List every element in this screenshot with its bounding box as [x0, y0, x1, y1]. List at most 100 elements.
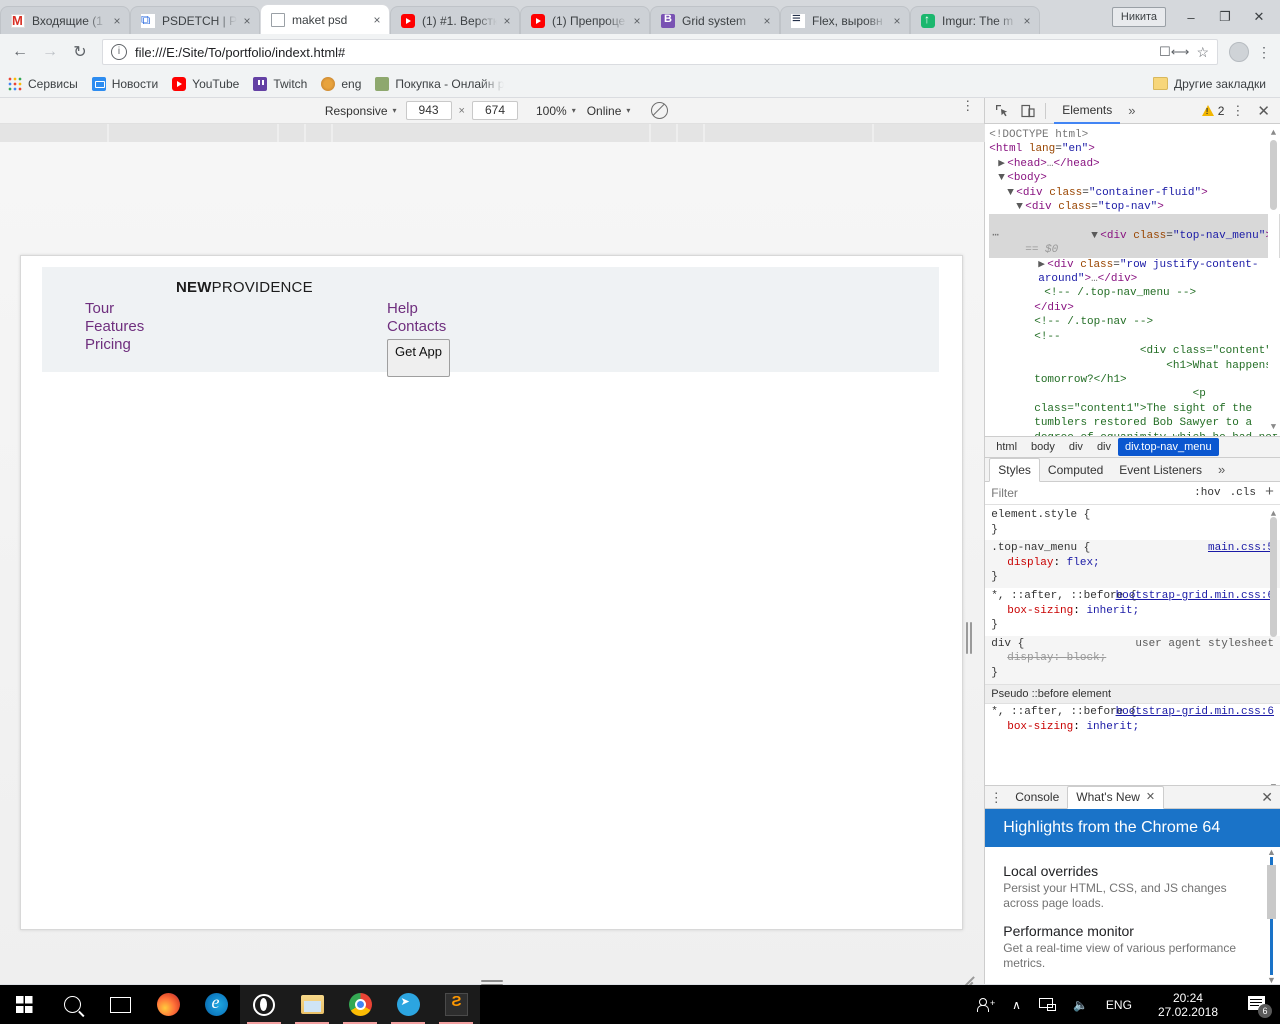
scroll-down-icon[interactable]: ▼	[1267, 975, 1276, 985]
nav-link-help[interactable]: Help	[387, 300, 446, 318]
search-icon[interactable]	[48, 985, 96, 1024]
whats-new-scrollbar[interactable]: ▲ ▼	[1265, 847, 1278, 985]
tab-close-icon[interactable]: ×	[109, 13, 125, 29]
tab-elements[interactable]: Elements	[1054, 98, 1120, 124]
device-toolbar-icon[interactable]	[1015, 100, 1041, 122]
style-property[interactable]: box-sizing	[991, 721, 1073, 733]
tab-close-icon[interactable]: ×	[629, 13, 645, 29]
whats-new-list[interactable]: Local overrides Persist your HTML, CSS, …	[985, 847, 1280, 985]
dom-line[interactable]: ▼<div class="container-fluid">	[989, 186, 1280, 200]
dom-line[interactable]: <!-- /.top-nav -->	[989, 315, 1280, 329]
bookmark-item[interactable]: YouTube	[172, 77, 239, 91]
scrollbar-thumb[interactable]	[1270, 517, 1277, 637]
bookmark-item[interactable]: Сервисы	[8, 77, 78, 91]
dom-line[interactable]: ▼<body>	[989, 171, 1280, 185]
breadcrumb-item-selected[interactable]: div.top-nav_menu	[1118, 438, 1219, 456]
dom-line[interactable]: <!DOCTYPE html>	[989, 128, 1280, 142]
page-info-icon[interactable]: i	[111, 44, 127, 60]
dom-line[interactable]: <h1>What happens tomorrow?</h1>	[989, 359, 1280, 388]
browser-tab[interactable]: (1) #1. Верстк ×	[390, 6, 520, 34]
node-badge-icon[interactable]: ⋯	[992, 229, 999, 243]
tab-close-icon[interactable]: ×	[239, 13, 255, 29]
throttling-select[interactable]: Online ▾	[587, 104, 631, 118]
nav-link-tour[interactable]: Tour	[85, 300, 144, 318]
back-button[interactable]: ←	[6, 38, 34, 66]
close-window-button[interactable]: ✕	[1242, 4, 1276, 30]
style-rule[interactable]: user agent stylesheet div { display: blo…	[985, 636, 1280, 684]
breadcrumb-item[interactable]: html	[989, 438, 1024, 456]
dom-line[interactable]: ▶<div class="row justify-content-around"…	[989, 258, 1280, 287]
other-bookmarks-button[interactable]: Другие закладки	[1153, 77, 1272, 91]
style-declaration[interactable]: display: flex;	[991, 556, 1274, 571]
scrollbar-thumb[interactable]	[1267, 865, 1276, 919]
scroll-up-icon[interactable]: ▲	[1267, 847, 1276, 857]
browser-tab[interactable]: Imgur: The m ×	[910, 6, 1040, 34]
tab-close-icon[interactable]: ×	[1019, 13, 1035, 29]
minimize-button[interactable]: –	[1174, 4, 1208, 30]
telegram-icon[interactable]	[384, 985, 432, 1024]
browser-tab[interactable]: PSDETCH | PS ×	[130, 6, 260, 34]
whats-new-item-title[interactable]: Performance monitor	[1003, 923, 1262, 939]
tab-close-icon[interactable]: ×	[369, 12, 385, 28]
dom-line[interactable]: ▶<head>…</head>	[989, 157, 1280, 171]
file-explorer-icon[interactable]	[288, 985, 336, 1024]
more-panels-icon[interactable]: »	[1120, 103, 1143, 118]
style-value[interactable]: inherit;	[1086, 605, 1139, 617]
browser-tab[interactable]: Входящие (1 ×	[0, 6, 130, 34]
cls-toggle[interactable]: .cls	[1230, 487, 1256, 499]
new-style-rule-button[interactable]: +	[1265, 487, 1274, 499]
styles-scrollbar[interactable]: ▲ ▼	[1268, 507, 1279, 795]
styles-pane[interactable]: element.style { } main.css:5 .top-nav_me…	[985, 505, 1280, 797]
style-property[interactable]: box-sizing	[991, 605, 1073, 617]
bookmark-item[interactable]: Twitch	[253, 77, 307, 91]
volume-icon[interactable]: 🔈	[1064, 985, 1097, 1024]
scroll-down-icon[interactable]: ▼	[1269, 420, 1278, 434]
styles-filter-input[interactable]: Filter	[991, 486, 1018, 500]
device-toolbar-menu-icon[interactable]: ⋮	[961, 102, 974, 109]
whats-new-item-title[interactable]: Local overrides	[1003, 863, 1262, 879]
bookmark-item[interactable]: Покупка - Онлайн р	[375, 77, 504, 91]
dom-line[interactable]: <!--	[989, 330, 1280, 344]
drawer-menu-icon[interactable]: ⋮	[985, 794, 1007, 801]
dom-line[interactable]: <div class="content">	[989, 344, 1280, 358]
style-rule[interactable]: element.style { }	[985, 507, 1280, 540]
firefox-icon[interactable]	[144, 985, 192, 1024]
style-declaration-overridden[interactable]: display: block;	[991, 651, 1274, 666]
style-value[interactable]: block;	[1067, 652, 1107, 664]
dom-line[interactable]: <!-- /.top-nav_menu -->	[989, 286, 1280, 300]
tab-close-icon[interactable]: ×	[499, 13, 515, 29]
task-view-icon[interactable]	[96, 985, 144, 1024]
dom-line[interactable]: ▼<div class="top-nav">	[989, 200, 1280, 214]
tab-whats-new[interactable]: What's New ✕	[1067, 786, 1164, 809]
scroll-up-icon[interactable]: ▲	[1269, 126, 1278, 140]
style-selector[interactable]: element.style {	[991, 508, 1274, 523]
devtools-close-icon[interactable]: ✕	[1251, 102, 1276, 120]
chrome-icon[interactable]	[336, 985, 384, 1024]
style-rule[interactable]: bootstrap-grid.min.css:6 *, ::after, ::b…	[985, 588, 1280, 636]
show-hidden-icons-icon[interactable]: ∧	[1003, 985, 1030, 1024]
nav-link-pricing[interactable]: Pricing	[85, 336, 144, 354]
sublime-text-icon[interactable]	[432, 985, 480, 1024]
device-preset-select[interactable]: Responsive ▾	[325, 104, 397, 118]
bookmark-star-icon[interactable]: ☆	[1196, 44, 1209, 61]
style-property[interactable]: display	[991, 652, 1053, 664]
tab-close-icon[interactable]: ✕	[1146, 787, 1155, 808]
translate-icon[interactable]: ☐⟷	[1159, 44, 1189, 60]
tab-close-icon[interactable]: ×	[889, 13, 905, 29]
nav-link-contacts[interactable]: Contacts	[387, 318, 446, 336]
breadcrumb-item[interactable]: div	[1062, 438, 1090, 456]
tab-event-listeners[interactable]: Event Listeners	[1111, 459, 1210, 481]
dom-tree[interactable]: <!DOCTYPE html> <html lang="en"> ▶<head>…	[985, 124, 1280, 436]
inspect-element-icon[interactable]	[989, 100, 1015, 122]
viewport-resize-handle-vertical[interactable]	[966, 622, 973, 654]
warning-indicator[interactable]: 2	[1202, 104, 1225, 118]
viewport-width-input[interactable]: 943	[406, 101, 452, 120]
tab-computed[interactable]: Computed	[1040, 459, 1111, 481]
style-origin-link[interactable]: main.css:5	[1208, 541, 1274, 556]
edge-icon[interactable]	[192, 985, 240, 1024]
more-style-tabs-icon[interactable]: »	[1210, 462, 1233, 477]
dom-line[interactable]: <html lang="en">	[989, 142, 1280, 156]
browser-tab[interactable]: (1) Препроце ×	[520, 6, 650, 34]
whats-new-item[interactable]: Performance monitor Get a real-time view…	[1003, 923, 1262, 971]
browser-tab[interactable]: Flex, выровн ×	[780, 6, 910, 34]
